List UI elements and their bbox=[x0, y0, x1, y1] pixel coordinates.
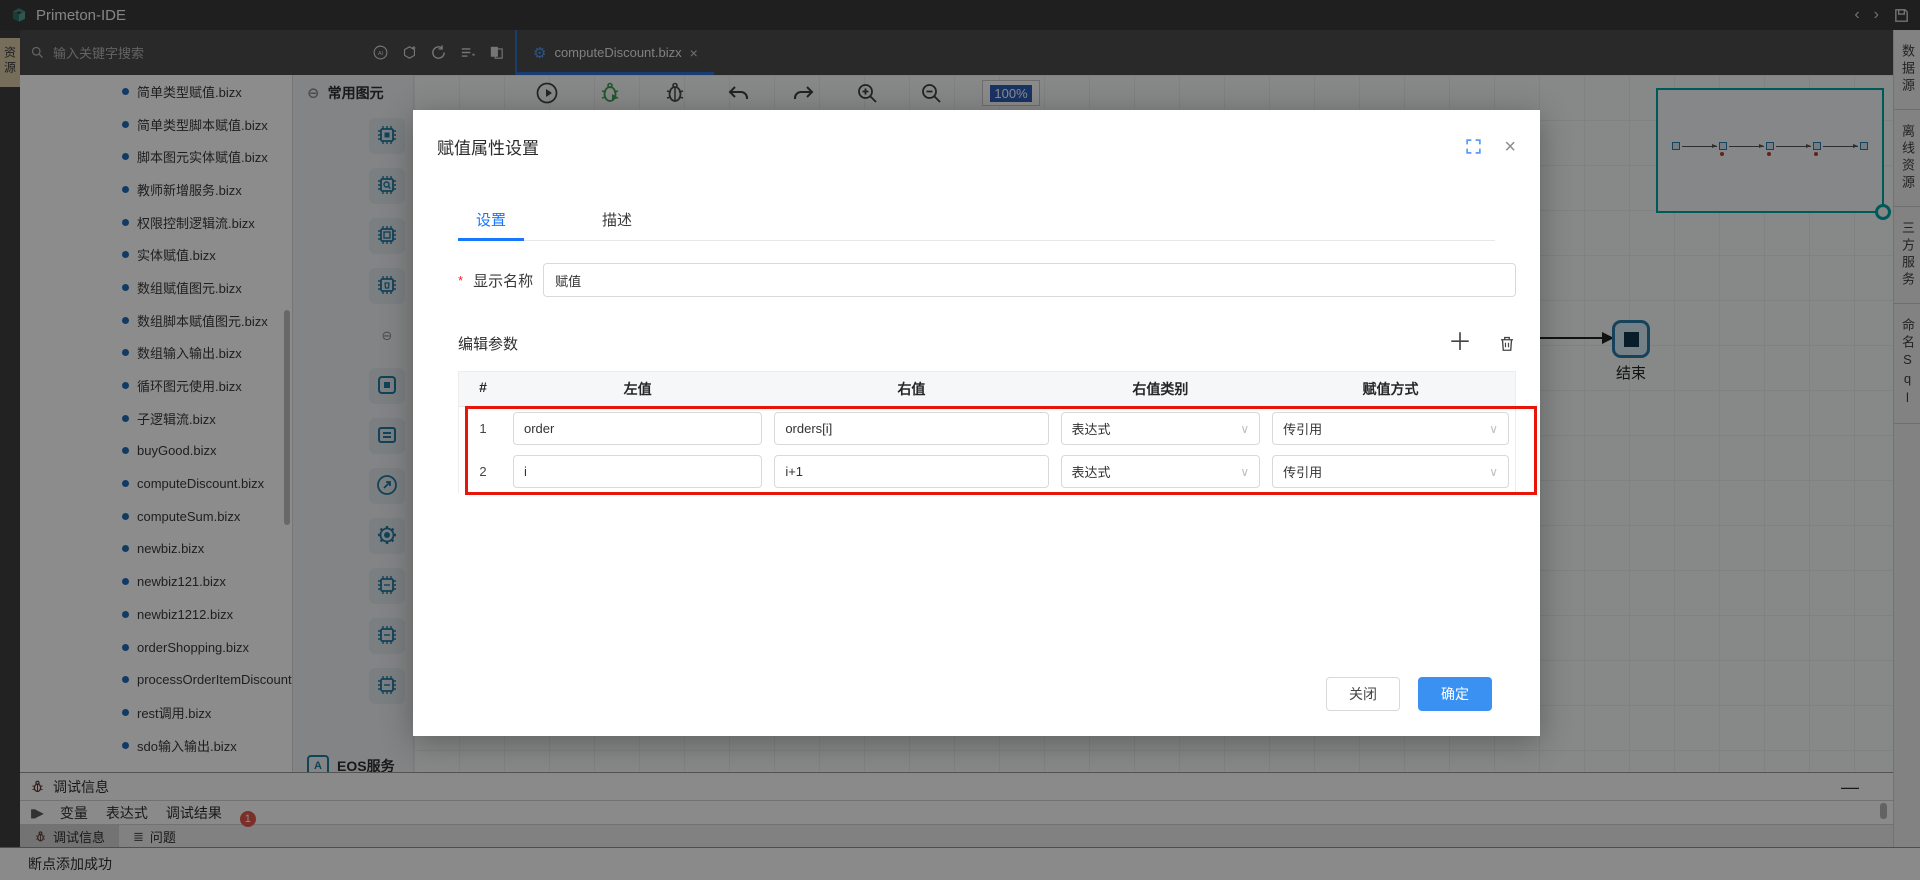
right-type-select[interactable]: 表达式 ∨ bbox=[1060, 412, 1261, 445]
fullscreen-icon[interactable] bbox=[1465, 138, 1482, 155]
dialog-tab-描述[interactable]: 描述 bbox=[584, 199, 650, 240]
dialog-title: 赋值属性设置 bbox=[437, 139, 539, 158]
column-header: 右值类别 bbox=[1132, 381, 1189, 397]
required-mark: * bbox=[458, 272, 464, 288]
edit-params-title: 编辑参数 bbox=[458, 335, 519, 353]
left-value-input[interactable] bbox=[513, 412, 763, 445]
primeton-ide-window: Primeton-IDE ‹ › 输入关键字搜索 AI ⚙ computeDis… bbox=[0, 0, 1920, 880]
add-row-icon[interactable]: ＋ bbox=[1448, 331, 1472, 355]
chevron-down-icon: ∨ bbox=[1240, 464, 1250, 479]
column-header: # bbox=[479, 379, 487, 395]
chevron-down-icon: ∨ bbox=[1240, 421, 1250, 436]
row-index: 1 bbox=[479, 421, 487, 436]
row-index: 2 bbox=[479, 464, 487, 479]
dialog-tab-设置[interactable]: 设置 bbox=[458, 199, 525, 241]
close-icon[interactable]: × bbox=[1504, 137, 1516, 157]
params-table: # 左值 右值 右值类别 赋值方式 1 表达式 ∨ 传引用 ∨ 2 表达式 ∨ 传引用 ∨ bbox=[458, 371, 1537, 495]
column-header: 赋值方式 bbox=[1362, 381, 1419, 397]
right-value-input[interactable] bbox=[774, 412, 1049, 445]
delete-row-icon[interactable] bbox=[1498, 334, 1516, 353]
right-type-value: 表达式 bbox=[1071, 465, 1111, 480]
close-button[interactable]: 关闭 bbox=[1326, 677, 1400, 711]
right-type-select[interactable]: 表达式 ∨ bbox=[1060, 455, 1261, 488]
column-header: 右值 bbox=[897, 381, 926, 397]
assign-mode-select[interactable]: 传引用 ∨ bbox=[1272, 412, 1509, 445]
right-type-value: 表达式 bbox=[1071, 422, 1111, 437]
param-row: 2 表达式 ∨ 传引用 ∨ bbox=[459, 450, 1515, 493]
param-row: 1 表达式 ∨ 传引用 ∨ bbox=[459, 407, 1515, 450]
dialog-tabs: 设置 描述 bbox=[458, 199, 1495, 241]
assign-mode-select[interactable]: 传引用 ∨ bbox=[1272, 455, 1509, 488]
assign-mode-value: 传引用 bbox=[1283, 422, 1323, 437]
display-name-input[interactable] bbox=[543, 263, 1516, 297]
chevron-down-icon: ∨ bbox=[1489, 464, 1498, 479]
left-value-input[interactable] bbox=[513, 455, 763, 488]
assign-properties-dialog: 赋值属性设置 × 设置 描述 * 显示名称 编辑参数 ＋ # 左值 右值 右值类别 赋值方… bbox=[413, 110, 1540, 736]
ok-button[interactable]: 确定 bbox=[1418, 677, 1492, 711]
chevron-down-icon: ∨ bbox=[1489, 421, 1498, 436]
assign-mode-value: 传引用 bbox=[1283, 465, 1323, 480]
right-value-input[interactable] bbox=[774, 455, 1049, 488]
display-name-label: 显示名称 bbox=[473, 272, 534, 290]
column-header: 左值 bbox=[623, 381, 652, 397]
